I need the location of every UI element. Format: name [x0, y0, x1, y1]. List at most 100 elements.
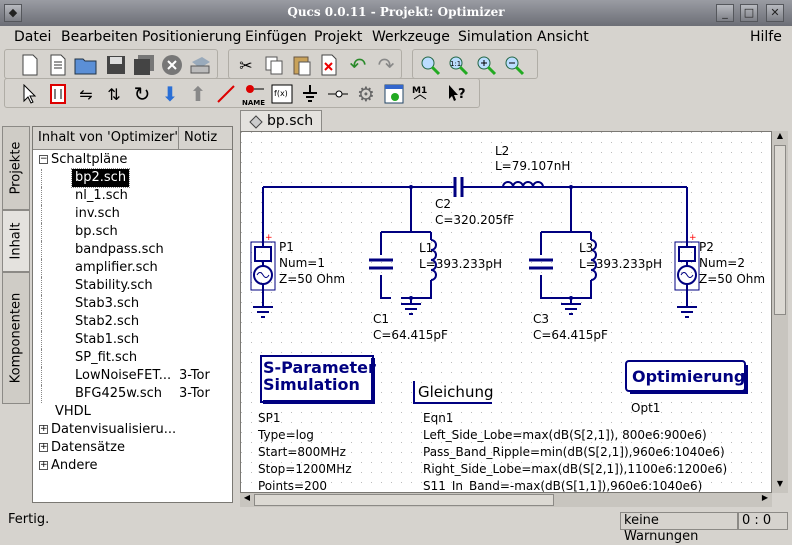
c3-value: C=64.415pF	[533, 328, 608, 342]
sp-stop: Stop=1200MHz	[258, 462, 352, 476]
scroll-up-arrow[interactable]: ▲	[772, 131, 788, 145]
p1-impedance: Z=50 Ohm	[279, 272, 345, 286]
menu-ansicht[interactable]: Ansicht	[537, 29, 589, 45]
marker-icon[interactable]: M1	[409, 81, 435, 107]
svg-text:+: +	[689, 233, 697, 243]
column-header-name[interactable]: Inhalt von 'Optimizer'	[38, 130, 178, 145]
expand-icon[interactable]: +	[39, 443, 48, 452]
tree-file-item[interactable]: Stab3.sch	[33, 295, 232, 313]
paste-icon[interactable]	[289, 52, 315, 78]
tree-file-item[interactable]: LowNoiseFET... 3-Tor	[33, 367, 232, 385]
tree-file-item[interactable]: Stab2.sch	[33, 313, 232, 331]
column-divider[interactable]	[178, 127, 179, 149]
save-all-icon[interactable]	[131, 52, 157, 78]
expand-icon[interactable]: +	[39, 461, 48, 470]
view-data-icon[interactable]	[381, 81, 407, 107]
print-icon[interactable]	[187, 52, 213, 78]
rotate-icon[interactable]: ↻	[129, 81, 155, 107]
equation-block[interactable]: Gleichung	[413, 381, 493, 404]
tree-connector	[41, 385, 43, 403]
zoom-one-to-one-icon[interactable]: 1:1	[445, 52, 471, 78]
tree-file-item[interactable]: BFG425w.sch 3-Tor	[33, 385, 232, 403]
menu-projekt[interactable]: Projekt	[314, 29, 362, 45]
redo-icon[interactable]: ↷	[373, 52, 399, 78]
svg-text:+: +	[265, 233, 273, 243]
scroll-left-arrow[interactable]: ◀	[240, 493, 254, 507]
scroll-down-arrow[interactable]: ▼	[772, 479, 788, 493]
cut-icon[interactable]: ✂	[233, 52, 259, 78]
menu-datei[interactable]: Datei	[14, 29, 51, 45]
wire-label-icon[interactable]: NAME	[241, 81, 267, 107]
ground-icon[interactable]	[297, 81, 323, 107]
tree-file-item[interactable]: nl_1.sch	[33, 187, 232, 205]
tree-file-item[interactable]: amplifier.sch	[33, 259, 232, 277]
tab-komponenten[interactable]: Komponenten	[2, 272, 30, 404]
tree-file-item[interactable]: bandpass.sch	[33, 241, 232, 259]
select-pointer-icon[interactable]	[17, 81, 43, 107]
column-header-note[interactable]: Notiz	[184, 130, 217, 145]
app-window: ◆ Qucs 0.0.11 - Projekt: Optimizer _ □ ✕…	[0, 0, 792, 544]
tree-file-item[interactable]: bp.sch	[33, 223, 232, 241]
edit-properties-icon[interactable]	[45, 81, 71, 107]
zoom-out-icon[interactable]	[501, 52, 527, 78]
mirror-x-icon[interactable]: ⇋	[73, 81, 99, 107]
delete-icon[interactable]	[317, 52, 343, 78]
schematic-canvas[interactable]: + + L2 L=79.107nH C2 C=320.205fF L1 L=39…	[240, 131, 772, 493]
menu-werkzeuge[interactable]: Werkzeuge	[372, 29, 450, 45]
tree-file-item[interactable]: inv.sch	[33, 205, 232, 223]
tree-file-item[interactable]: Stab1.sch	[33, 331, 232, 349]
warnings-indicator[interactable]: keine Warnungen	[620, 512, 738, 544]
maximize-button[interactable]: □	[740, 4, 758, 22]
tab-inhalt[interactable]: Inhalt	[2, 210, 30, 272]
sp-simulation-block[interactable]: S-Parameter Simulation	[260, 355, 376, 404]
tab-bp-sch[interactable]: bp.sch	[240, 110, 322, 132]
enter-subcircuit-icon[interactable]: ⬇	[157, 81, 183, 107]
menu-einfuegen[interactable]: Einfügen	[245, 29, 307, 45]
c2-name: C2	[435, 197, 451, 211]
horizontal-scrollbar[interactable]: ◀ ▶	[240, 493, 772, 507]
tree-file-item[interactable]: Stability.sch	[33, 277, 232, 295]
l1-name: L1	[419, 241, 433, 255]
wire-icon[interactable]	[213, 81, 239, 107]
tree-header: Inhalt von 'Optimizer' Notiz	[33, 127, 232, 150]
sp-points: Points=200	[258, 479, 327, 492]
zoom-in-icon[interactable]	[473, 52, 499, 78]
close-document-icon[interactable]	[159, 52, 185, 78]
tree-file-item[interactable]: bp2.sch	[33, 168, 232, 188]
horizontal-scroll-thumb[interactable]	[254, 494, 554, 506]
collapse-icon[interactable]: −	[39, 155, 48, 164]
copy-icon[interactable]	[261, 52, 287, 78]
save-icon[interactable]	[103, 52, 129, 78]
status-bar: Fertig. keine Warnungen 0 : 0	[0, 508, 792, 544]
minimize-button[interactable]: _	[716, 4, 734, 22]
mirror-y-icon[interactable]: ⇅	[101, 81, 127, 107]
project-content-tree[interactable]: Inhalt von 'Optimizer' Notiz − Schaltplän…	[32, 126, 233, 503]
tree-file-item[interactable]: SP_fit.sch	[33, 349, 232, 367]
new-document-icon[interactable]	[17, 52, 43, 78]
scroll-right-arrow[interactable]: ▶	[758, 493, 772, 507]
title-bar[interactable]: ◆ Qucs 0.0.11 - Projekt: Optimizer _ □ ✕	[0, 0, 792, 26]
menu-bearbeiten[interactable]: Bearbeiten	[61, 29, 138, 45]
close-button[interactable]: ✕	[766, 4, 784, 22]
port-icon[interactable]	[325, 81, 351, 107]
tree-connector	[41, 223, 43, 241]
vertical-scroll-thumb[interactable]	[774, 145, 786, 315]
new-text-icon[interactable]	[45, 52, 71, 78]
status-text: Fertig.	[8, 512, 50, 527]
expand-icon[interactable]: +	[39, 425, 48, 434]
optimization-name: Opt1	[631, 401, 660, 415]
vertical-scrollbar[interactable]: ▲ ▼	[772, 131, 788, 493]
tab-projekte[interactable]: Projekte	[2, 126, 30, 210]
menu-positionierung[interactable]: Positionierung	[142, 29, 241, 45]
undo-icon[interactable]: ↶	[345, 52, 371, 78]
equation-icon[interactable]: f(x)	[269, 81, 295, 107]
menu-simulation[interactable]: Simulation	[458, 29, 533, 45]
menu-hilfe[interactable]: Hilfe	[750, 29, 782, 45]
whats-this-icon[interactable]: ?	[445, 81, 471, 107]
simulate-gear-icon[interactable]: ⚙	[353, 81, 379, 107]
zoom-fit-icon[interactable]	[417, 52, 443, 78]
exit-subcircuit-icon[interactable]: ⬆	[185, 81, 211, 107]
open-folder-icon[interactable]	[73, 52, 99, 78]
p2-num: Num=2	[699, 256, 745, 270]
l1-value: L=393.233pH	[419, 257, 502, 271]
